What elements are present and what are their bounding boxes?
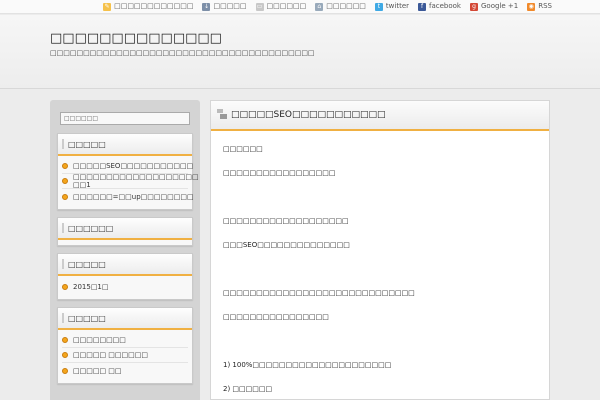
top-nav-document[interactable]: ▭ □□□□□□ <box>255 2 307 11</box>
rss-icon: ◉ <box>527 2 536 11</box>
top-nav-download[interactable]: ↓ □□□□□ <box>202 2 247 11</box>
list-item[interactable]: □□□□□ □□ <box>62 363 188 378</box>
title-marker <box>62 223 64 233</box>
post-title[interactable]: □□□□□SEO□□□□□□□□□□□ <box>211 101 549 131</box>
top-nav-label: RSS <box>538 2 552 10</box>
list-item[interactable]: □□□□□□□□□□□□□□□□□□□ □□1 <box>62 173 199 189</box>
widget-title-text: □□□□□ <box>68 259 106 269</box>
document-icon: ▭ <box>255 2 264 11</box>
top-nav-rss[interactable]: ◉ RSS <box>527 2 552 11</box>
widget-title: □□□□□ <box>58 254 192 276</box>
bullet-icon <box>62 193 68 200</box>
top-nav: ✎ □□□□□□□□□□□□ ↓ □□□□□ ▭ □□□□□□ ⌂ □□□□□□ t tw… <box>103 2 552 11</box>
top-nav-bookmark[interactable]: ✎ □□□□□□□□□□□□ <box>103 2 193 11</box>
widget-archives: □□□□□ 2015□1□ <box>57 253 193 300</box>
top-nav-label: facebook <box>429 2 461 10</box>
title-marker <box>62 259 64 269</box>
widget-title: □□□□□□ <box>58 218 192 240</box>
top-nav-label: twitter <box>385 2 410 10</box>
facebook-icon: f <box>418 2 427 11</box>
site-header: □□□□□□□□□□□□□□ □□□□□□□□□□□□□□□□□□□□□□□□□… <box>0 15 600 89</box>
site-title[interactable]: □□□□□□□□□□□□□□ <box>50 31 222 46</box>
widget-categories: □□□□□ □□□□□□□□ □□□□□ □□□□□□ □□□□□ □□ <box>57 307 193 384</box>
widget-body: □□□□□SEO□□□□□□□□□□□ □□□□□□□□□□□□□□□□□□□ … <box>58 156 199 209</box>
search-input[interactable]: □□□□□□ <box>60 112 190 125</box>
top-nav-label: □□□□□ <box>213 2 247 10</box>
post-line: □□□□□□□□□□□□□□□□ <box>223 313 329 321</box>
bullet-icon <box>62 337 68 343</box>
widget-comments: □□□□□□ <box>57 217 193 246</box>
title-marker <box>62 313 64 323</box>
post-line <box>223 191 537 215</box>
post-body: □□□□□□ □□□□□□□□□□□□□□□□□ □□□□□□□□□□□□□□□… <box>211 131 549 400</box>
bullet-icon <box>62 283 68 290</box>
bullet-icon <box>62 163 68 169</box>
post-line: □□□□□□□□□□□□□□□□□ <box>223 169 336 177</box>
bullet-icon <box>62 178 68 184</box>
widget-title-text: □□□□□□ <box>68 223 114 233</box>
widget-body: 2015□1□ <box>58 276 192 299</box>
download-icon: ↓ <box>202 2 211 11</box>
list-item-label: □□□□□□□□ <box>73 336 126 344</box>
widget-title: □□□□□ <box>58 134 192 156</box>
top-nav-twitter[interactable]: t twitter <box>374 2 410 11</box>
post-line: □□□□□□□□□□□□□□□□□□□□□□□□□□□□□ <box>223 289 415 297</box>
list-item[interactable]: □□□□□□□□ <box>62 333 188 348</box>
bullet-icon <box>62 352 68 358</box>
post-line: 2) □□□□□□ <box>223 385 273 393</box>
post-title-text: □□□□□SEO□□□□□□□□□□□ <box>231 110 386 120</box>
list-item[interactable]: □□□□□ □□□□□□ <box>62 348 188 363</box>
top-nav-google-plus[interactable]: g Google +1 <box>470 2 518 11</box>
site-description: □□□□□□□□□□□□□□□□□□□□□□□□□□□□□□□□□□□□□□□□ <box>50 49 315 57</box>
top-nav-label: □□□□□□ <box>266 2 307 10</box>
post-line: □□□□□□ <box>223 145 263 153</box>
top-nav-label: □□□□□□ <box>326 2 366 10</box>
twitter-icon: t <box>374 2 383 11</box>
top-nav-label: □□□□□□□□□□□□ <box>114 2 194 10</box>
title-marker <box>62 139 64 149</box>
widget-title-text: □□□□□ <box>68 139 106 149</box>
list-item-label: 2015□1□ <box>73 282 109 291</box>
top-bar: ✎ □□□□□□□□□□□□ ↓ □□□□□ ▭ □□□□□□ ⌂ □□□□□□ t tw… <box>0 0 600 14</box>
top-nav-facebook[interactable]: f facebook <box>418 2 461 11</box>
widget-title: □□□□□ <box>58 308 192 330</box>
bookmark-icon: ✎ <box>103 2 112 11</box>
widget-body: □□□□□□□□ □□□□□ □□□□□□ □□□□□ □□ <box>58 330 192 383</box>
widget-body <box>58 240 192 245</box>
post-line: □□□□□□□□□□□□□□□□□□□ <box>223 217 349 225</box>
list-item-label: □□□□□SEO□□□□□□□□□□□ <box>73 162 194 170</box>
post-line <box>223 335 537 359</box>
list-item-label: □□□□□ □□□□□□ <box>73 351 148 359</box>
post-line <box>223 263 537 287</box>
home-icon: ⌂ <box>315 2 324 11</box>
google-plus-icon: g <box>470 2 478 11</box>
sidebar: □□□□□□ □□□□□ □□□□□SEO□□□□□□□□□□□ □□□□□□□… <box>50 100 200 400</box>
list-item[interactable]: □□□□□SEO□□□□□□□□□□□ <box>62 159 193 174</box>
post-icon <box>217 109 227 121</box>
list-item[interactable]: 2015□1□ <box>62 279 188 294</box>
post-line: □□□SEO□□□□□□□□□□□□□□ <box>223 241 350 249</box>
list-item-label: □□□□□□□□□□□□□□□□□□□ □□1 <box>73 173 199 189</box>
list-item-label: □□□□□ □□ <box>73 366 122 375</box>
top-nav-home[interactable]: ⌂ □□□□□□ <box>315 2 366 11</box>
post-line: 1) 100%□□□□□□□□□□□□□□□□□□□□□ <box>223 361 392 369</box>
main-content: □□□□□SEO□□□□□□□□□□□ □□□□□□ □□□□□□□□□□□□□… <box>210 100 550 400</box>
list-item-label: □□□□□□=□□up□□□□□□□□ <box>73 192 194 201</box>
widget-recent-posts: □□□□□ □□□□□SEO□□□□□□□□□□□ □□□□□□□□□□□□□□… <box>57 133 199 210</box>
widget-title-text: □□□□□ <box>68 313 106 323</box>
top-nav-label: Google +1 <box>481 2 519 10</box>
bullet-icon <box>62 367 68 374</box>
list-item[interactable]: □□□□□□=□□up□□□□□□□□ <box>62 189 194 204</box>
